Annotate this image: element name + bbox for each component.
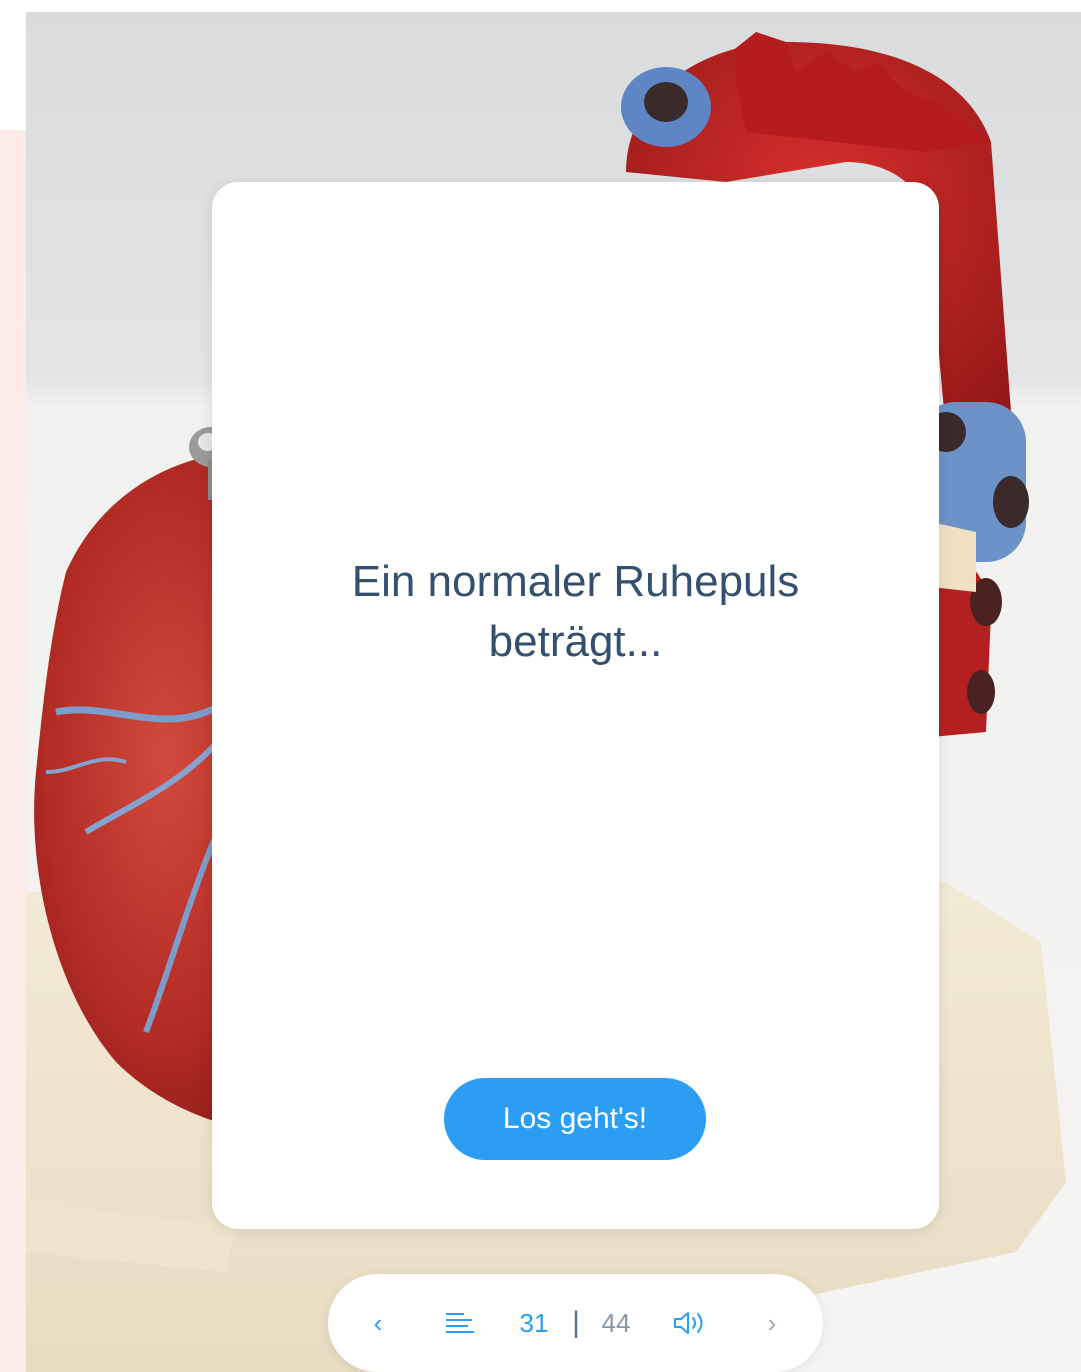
page-separator: |: [572, 1306, 580, 1339]
card-question: Ein normaler Ruhepuls beträgt...: [351, 557, 800, 666]
flashcard: Ein normaler Ruhepuls beträgt... Los geh…: [212, 182, 939, 1229]
total-card-count: 44: [601, 1307, 631, 1338]
left-side-strip: [0, 130, 26, 1372]
chevron-left-icon[interactable]: ‹: [360, 1274, 396, 1372]
current-card-number: 31: [519, 1307, 549, 1338]
card-navigation-bar: ‹ 31 | 44 ›: [328, 1274, 823, 1372]
left-panel-top: [0, 0, 26, 130]
chevron-right-icon[interactable]: ›: [754, 1274, 790, 1372]
speaker-icon[interactable]: [670, 1274, 710, 1372]
start-button[interactable]: Los geht's!: [444, 1078, 706, 1160]
list-icon[interactable]: [440, 1274, 480, 1372]
